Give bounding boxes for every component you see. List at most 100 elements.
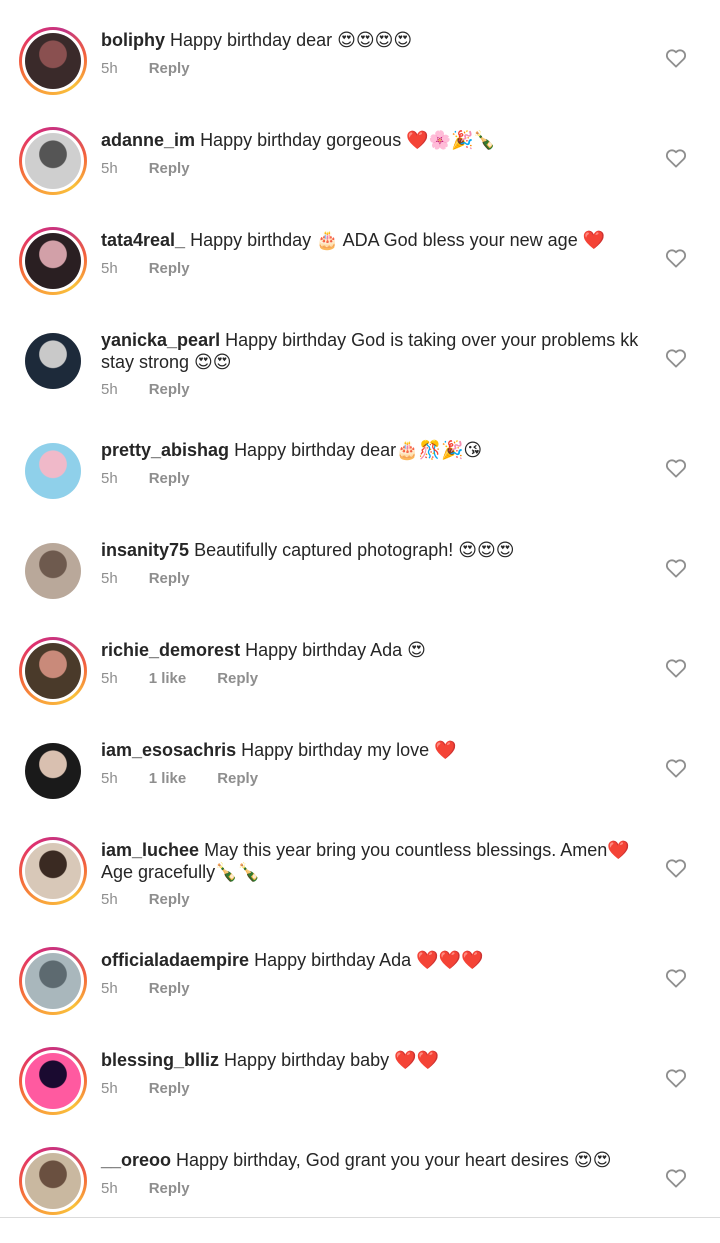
- comment-text: adanne_im Happy birthday gorgeous ❤️🌸🎉🍾: [101, 129, 641, 151]
- comment-item: blessing_blliz Happy birthday baby ❤️❤️ 5…: [0, 1047, 720, 1143]
- comment-item: adanne_im Happy birthday gorgeous ❤️🌸🎉🍾 5…: [0, 127, 720, 223]
- comment-body: Happy birthday Ada ❤️❤️❤️: [254, 950, 484, 970]
- comment-text: officialadaempire Happy birthday Ada ❤️❤…: [101, 949, 641, 971]
- comment-text: iam_esosachris Happy birthday my love ❤️: [101, 739, 641, 761]
- comment-item: boliphy Happy birthday dear 😍😍😍😍 5h Reply: [0, 27, 720, 123]
- avatar[interactable]: [19, 437, 87, 505]
- comment-meta: 5h 1 like Reply: [101, 670, 289, 687]
- comment-timestamp: 5h: [101, 980, 118, 997]
- reply-button[interactable]: Reply: [149, 891, 190, 908]
- avatar-image: [25, 333, 81, 389]
- comment-timestamp: 5h: [101, 570, 118, 587]
- avatar[interactable]: [19, 737, 87, 805]
- comment-item: yanicka_pearl Happy birthday God is taki…: [0, 327, 720, 423]
- comment-username[interactable]: tata4real_: [101, 230, 185, 250]
- heart-outline-icon[interactable]: [665, 48, 687, 68]
- comment-username[interactable]: iam_luchee: [101, 840, 199, 860]
- avatar[interactable]: [19, 1047, 87, 1115]
- comment-body: Happy birthday, God grant you your heart…: [176, 1150, 612, 1170]
- comment-username[interactable]: boliphy: [101, 30, 165, 50]
- comment-meta: 5h Reply: [101, 160, 221, 177]
- avatar-image: [25, 1153, 81, 1209]
- comment-body: Happy birthday Ada 😍: [245, 640, 426, 660]
- comment-text: yanicka_pearl Happy birthday God is taki…: [101, 329, 641, 373]
- comment-username[interactable]: officialadaempire: [101, 950, 249, 970]
- comment-like-count[interactable]: 1 like: [149, 670, 187, 687]
- comment-meta: 5h Reply: [101, 1180, 221, 1197]
- heart-outline-icon[interactable]: [665, 858, 687, 878]
- comment-timestamp: 5h: [101, 1180, 118, 1197]
- avatar-image: [25, 743, 81, 799]
- emoji-quick-bar: [0, 1217, 720, 1240]
- heart-outline-icon[interactable]: [665, 658, 687, 678]
- comment-text: pretty_abishag Happy birthday dear🎂🎊🎉😘: [101, 439, 641, 461]
- comment-text: iam_luchee May this year bring you count…: [101, 839, 641, 883]
- avatar[interactable]: [19, 637, 87, 705]
- comment-username[interactable]: richie_demorest: [101, 640, 240, 660]
- reply-button[interactable]: Reply: [149, 260, 190, 277]
- comment-username[interactable]: iam_esosachris: [101, 740, 236, 760]
- comment-text: boliphy Happy birthday dear 😍😍😍😍: [101, 29, 641, 51]
- comment-meta: 5h Reply: [101, 570, 221, 587]
- reply-button[interactable]: Reply: [217, 670, 258, 687]
- avatar[interactable]: [19, 227, 87, 295]
- heart-outline-icon[interactable]: [665, 348, 687, 368]
- avatar-image: [25, 843, 81, 899]
- comment-timestamp: 5h: [101, 470, 118, 487]
- heart-outline-icon[interactable]: [665, 1168, 687, 1188]
- comment-timestamp: 5h: [101, 60, 118, 77]
- comment-item: pretty_abishag Happy birthday dear🎂🎊🎉😘 5h…: [0, 437, 720, 533]
- avatar[interactable]: [19, 537, 87, 605]
- avatar[interactable]: [19, 837, 87, 905]
- heart-outline-icon[interactable]: [665, 758, 687, 778]
- comment-body: Happy birthday baby ❤️❤️: [224, 1050, 439, 1070]
- avatar-image: [25, 543, 81, 599]
- comment-text: __oreoo Happy birthday, God grant you yo…: [101, 1149, 641, 1171]
- heart-outline-icon[interactable]: [665, 968, 687, 988]
- reply-button[interactable]: Reply: [149, 1180, 190, 1197]
- comment-username[interactable]: adanne_im: [101, 130, 195, 150]
- reply-button[interactable]: Reply: [149, 980, 190, 997]
- avatar-image: [25, 233, 81, 289]
- reply-button[interactable]: Reply: [149, 160, 190, 177]
- avatar[interactable]: [19, 27, 87, 95]
- avatar-image: [25, 33, 81, 89]
- comment-item: richie_demorest Happy birthday Ada 😍 5h 1 …: [0, 637, 720, 733]
- comment-username[interactable]: insanity75: [101, 540, 189, 560]
- avatar-image: [25, 1053, 81, 1109]
- reply-button[interactable]: Reply: [149, 381, 190, 398]
- comment-meta: 5h Reply: [101, 1080, 221, 1097]
- heart-outline-icon[interactable]: [665, 148, 687, 168]
- reply-button[interactable]: Reply: [149, 570, 190, 587]
- avatar-image: [25, 133, 81, 189]
- comment-item: insanity75 Beautifully captured photogra…: [0, 537, 720, 633]
- comment-meta: 5h Reply: [101, 260, 221, 277]
- avatar[interactable]: [19, 327, 87, 395]
- comment-item: officialadaempire Happy birthday Ada ❤️❤…: [0, 947, 720, 1043]
- reply-button[interactable]: Reply: [217, 770, 258, 787]
- comment-username[interactable]: __oreoo: [101, 1150, 171, 1170]
- comment-username[interactable]: pretty_abishag: [101, 440, 229, 460]
- heart-outline-icon[interactable]: [665, 1068, 687, 1088]
- avatar[interactable]: [19, 127, 87, 195]
- comment-like-count[interactable]: 1 like: [149, 770, 187, 787]
- avatar[interactable]: [19, 947, 87, 1015]
- comment-timestamp: 5h: [101, 381, 118, 398]
- reply-button[interactable]: Reply: [149, 60, 190, 77]
- comment-item: iam_luchee May this year bring you count…: [0, 837, 720, 933]
- comment-username[interactable]: yanicka_pearl: [101, 330, 220, 350]
- comment-username[interactable]: blessing_blliz: [101, 1050, 219, 1070]
- heart-outline-icon[interactable]: [665, 458, 687, 478]
- comment-body: Happy birthday my love ❤️: [241, 740, 457, 760]
- comment-meta: 5h Reply: [101, 381, 221, 398]
- comment-body: Beautifully captured photograph! 😍😍😍: [194, 540, 515, 560]
- avatar[interactable]: [19, 1147, 87, 1215]
- comment-text: insanity75 Beautifully captured photogra…: [101, 539, 641, 561]
- avatar-image: [25, 443, 81, 499]
- comment-timestamp: 5h: [101, 260, 118, 277]
- reply-button[interactable]: Reply: [149, 470, 190, 487]
- reply-button[interactable]: Reply: [149, 1080, 190, 1097]
- comment-meta: 5h Reply: [101, 980, 221, 997]
- heart-outline-icon[interactable]: [665, 558, 687, 578]
- heart-outline-icon[interactable]: [665, 248, 687, 268]
